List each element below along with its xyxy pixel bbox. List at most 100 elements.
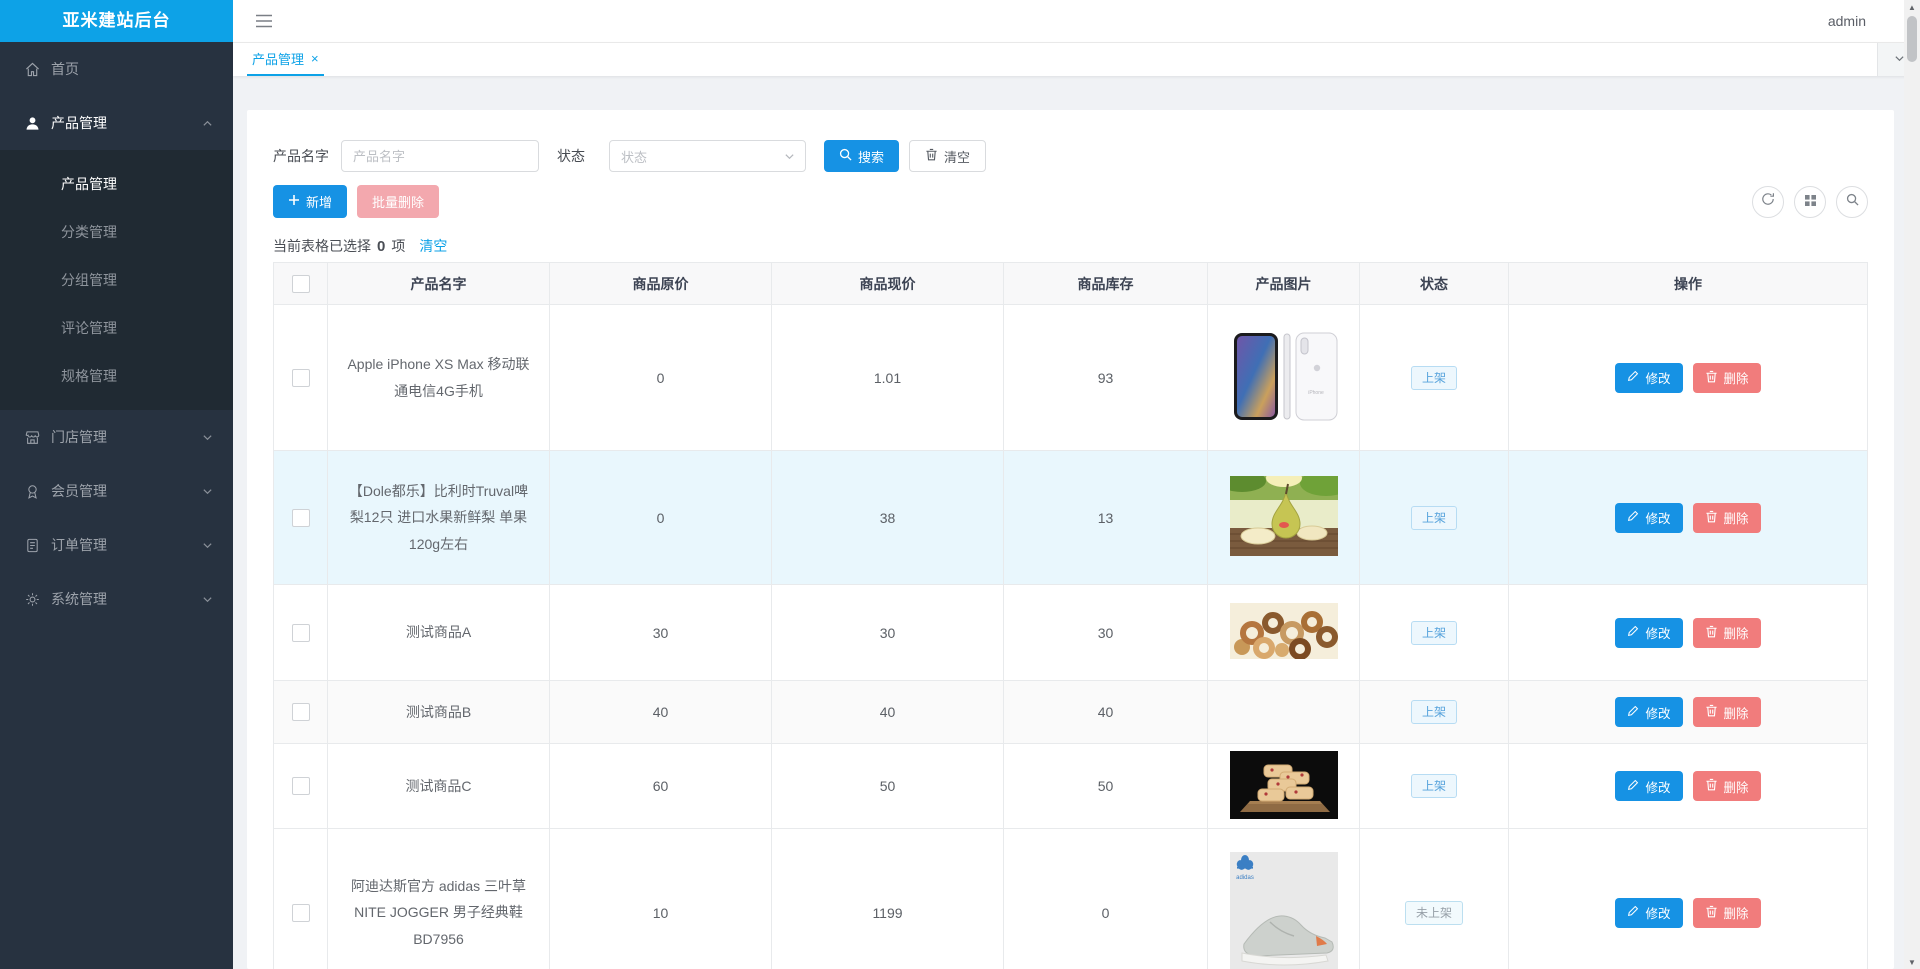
- row-checkbox[interactable]: [291, 703, 310, 722]
- batch-delete-button[interactable]: 批量删除: [357, 185, 440, 218]
- actions-cell: 修改 删除: [1508, 680, 1868, 744]
- stock-cell: 30: [1003, 584, 1208, 681]
- actions-cell: 修改 删除: [1508, 743, 1868, 829]
- edit-button[interactable]: 修改: [1615, 617, 1683, 648]
- trash-icon: [1705, 625, 1718, 641]
- edit-button[interactable]: 修改: [1615, 897, 1683, 928]
- stock-cell: 40: [1003, 680, 1208, 744]
- tab-close-icon[interactable]: ×: [311, 52, 319, 65]
- status-cell: 上架: [1359, 680, 1509, 744]
- sidebar-subitem-comment-manage[interactable]: 评论管理: [0, 304, 233, 352]
- plus-icon: [288, 194, 300, 209]
- sidebar-subitem-spec-manage[interactable]: 规格管理: [0, 352, 233, 400]
- product-image-cookies: [1229, 750, 1338, 819]
- sidebar-item-system[interactable]: 系统管理: [0, 572, 233, 626]
- search-form: 产品名字 状态 状态 搜索 清空: [273, 140, 1868, 172]
- delete-button[interactable]: 删除: [1692, 502, 1761, 533]
- sidebar-submenu: 产品管理 分类管理 分组管理 评论管理 规格管理: [0, 150, 233, 410]
- product-name-input[interactable]: [341, 140, 539, 172]
- chevron-up-icon: [202, 118, 213, 129]
- actions-cell: 修改 删除: [1508, 304, 1868, 451]
- tab-product-management[interactable]: 产品管理 ×: [247, 43, 324, 76]
- density-button[interactable]: [1794, 185, 1826, 218]
- edit-button[interactable]: 修改: [1615, 502, 1683, 533]
- column-header: 产品名字: [327, 262, 550, 305]
- row-checkbox[interactable]: [291, 623, 310, 642]
- chevron-down-icon: [202, 486, 213, 497]
- stock-cell: 50: [1003, 743, 1208, 829]
- product-image-donuts: [1229, 603, 1338, 660]
- scroll-up-arrow[interactable]: ▲: [1904, 0, 1920, 14]
- chevron-down-icon: [202, 594, 213, 605]
- stock-cell: 93: [1003, 304, 1208, 451]
- edit-icon: [1627, 779, 1639, 794]
- edit-icon: [1627, 625, 1639, 640]
- product-image-cell: [1207, 584, 1360, 681]
- sidebar-item-home[interactable]: 首页: [0, 42, 233, 96]
- delete-button[interactable]: 删除: [1692, 697, 1761, 727]
- actions-cell: 修改 删除: [1508, 828, 1868, 969]
- row-checkbox[interactable]: [291, 903, 310, 922]
- stock-cell: 13: [1003, 450, 1208, 585]
- product-name-cell: 测试商品A: [327, 584, 550, 681]
- row-checkbox[interactable]: [291, 368, 310, 387]
- search-button[interactable]: 搜索: [824, 140, 900, 172]
- status-cell: 上架: [1359, 450, 1509, 585]
- product-name-cell: 测试商品C: [327, 743, 550, 829]
- current-price-cell: 1.01: [771, 304, 1004, 451]
- sidebar-subitem-category-manage[interactable]: 分类管理: [0, 208, 233, 256]
- table-toolbar: 新增 批量删除: [273, 185, 1868, 218]
- edit-button[interactable]: 修改: [1615, 362, 1683, 393]
- trash-icon: [925, 148, 938, 164]
- row-checkbox[interactable]: [291, 777, 310, 796]
- topbar: admin: [233, 0, 1920, 43]
- column-search-button[interactable]: [1836, 185, 1868, 218]
- user-menu[interactable]: admin: [1828, 13, 1866, 29]
- product-image-iphone-xs-max: iPhone: [1227, 328, 1340, 424]
- column-header: 商品原价: [549, 262, 772, 305]
- sidebar-item-label: 产品管理: [51, 115, 107, 131]
- delete-button[interactable]: 删除: [1692, 897, 1761, 928]
- select-all-checkbox[interactable]: [291, 274, 310, 293]
- sidebar-item-label: 门店管理: [51, 429, 107, 445]
- delete-button[interactable]: 删除: [1692, 617, 1761, 648]
- tab-label: 产品管理: [252, 52, 305, 67]
- sidebar: 亚米建站后台 首页 产品管理 产品管理 分类管理 分组管理 评论管理 规格管理 门店管理 会员管…: [0, 0, 233, 969]
- product-name-cell: Apple iPhone XS Max 移动联通电信4G手机: [327, 304, 550, 451]
- delete-button[interactable]: 删除: [1692, 362, 1761, 393]
- chevron-down-icon: [1894, 51, 1905, 69]
- current-price-cell: 50: [771, 743, 1004, 829]
- status-select[interactable]: 状态: [609, 140, 806, 172]
- hamburger-menu-icon[interactable]: [251, 10, 277, 32]
- sidebar-item-store[interactable]: 门店管理: [0, 410, 233, 464]
- sidebar-item-label: 系统管理: [51, 591, 107, 607]
- current-price-cell: 40: [771, 680, 1004, 744]
- sidebar-subitem-product-manage[interactable]: 产品管理: [0, 160, 233, 208]
- scrollbar-thumb[interactable]: [1907, 16, 1917, 62]
- row-checkbox[interactable]: [291, 508, 310, 527]
- content-area: 产品名字 状态 状态 搜索 清空: [233, 76, 1920, 969]
- original-price-cell: 10: [549, 828, 772, 969]
- edit-button[interactable]: 修改: [1615, 697, 1683, 727]
- refresh-button[interactable]: [1752, 185, 1784, 218]
- product-name-cell: 测试商品B: [327, 680, 550, 744]
- sidebar-item-member[interactable]: 会员管理: [0, 464, 233, 518]
- sidebar-item-product[interactable]: 产品管理: [0, 96, 233, 150]
- edit-icon: [1627, 905, 1639, 920]
- status-badge: 未上架: [1404, 900, 1463, 925]
- edit-button[interactable]: 修改: [1615, 771, 1683, 801]
- chevron-down-icon: [202, 432, 213, 443]
- sidebar-item-order[interactable]: 订单管理: [0, 518, 233, 572]
- column-header: 商品现价: [771, 262, 1004, 305]
- selection-count: 0: [377, 237, 386, 255]
- selection-clear-link[interactable]: 清空: [419, 236, 447, 256]
- add-button[interactable]: 新增: [273, 185, 348, 218]
- trash-icon: [1705, 370, 1718, 386]
- scroll-down-arrow[interactable]: ▼: [1904, 955, 1920, 969]
- sidebar-subitem-group-manage[interactable]: 分组管理: [0, 256, 233, 304]
- delete-button[interactable]: 删除: [1692, 771, 1761, 801]
- current-price-cell: 30: [771, 584, 1004, 681]
- vertical-scrollbar[interactable]: ▲ ▼: [1904, 0, 1920, 969]
- clear-button[interactable]: 清空: [909, 140, 987, 172]
- product-image-cell: [1207, 743, 1360, 829]
